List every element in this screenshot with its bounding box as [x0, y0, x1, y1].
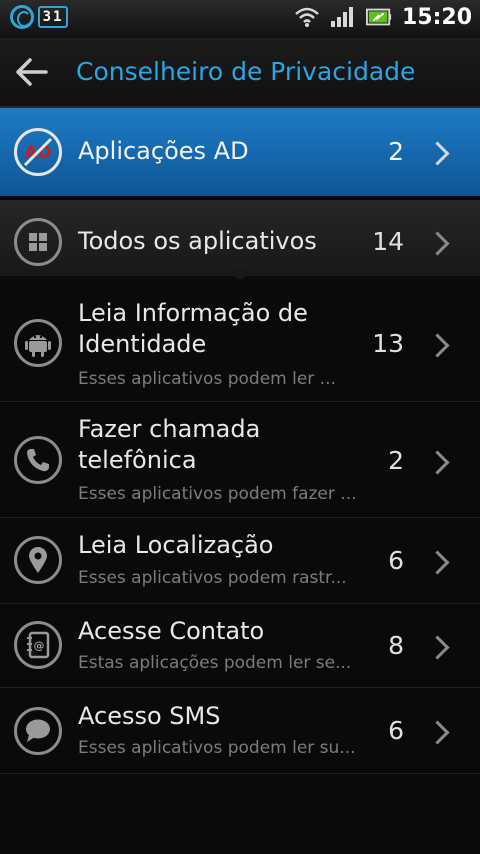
list-item[interactable]: Leia Informação de Identidade Esses apli… — [0, 284, 480, 402]
list-item-label-line1: Leia Informação de — [78, 299, 308, 327]
android-icon — [14, 319, 62, 367]
list-item[interactable]: @ Acesse Contato Estas aplicações podem … — [0, 604, 480, 688]
list-item-subtitle: Estas aplicações podem ler se... — [78, 653, 352, 673]
chevron-right-icon — [425, 550, 450, 575]
list-item[interactable]: Acesso SMS Esses aplicativos podem ler s… — [0, 688, 480, 774]
list-item-subtitle: Esses aplicativos podem fazer ... — [78, 484, 357, 504]
app-circle-icon — [10, 5, 34, 29]
status-bar: 31 15:20 — [0, 0, 480, 39]
back-arrow-icon — [16, 58, 48, 86]
list-item[interactable]: Fazer chamada telefônica Esses aplicativ… — [0, 402, 480, 518]
status-right: 15:20 — [294, 4, 472, 30]
list-item-count: 8 — [388, 631, 404, 660]
chevron-right-icon — [425, 720, 450, 745]
list-item-count: 6 — [388, 716, 404, 745]
list-item-count: 2 — [388, 446, 404, 475]
clock: 15:20 — [401, 4, 472, 30]
chevron-right-icon — [425, 450, 450, 475]
apps-grid-icon — [14, 218, 62, 266]
list-item-subtitle: Esses aplicativos podem ler su... — [78, 738, 356, 758]
svg-text:@: @ — [34, 639, 45, 652]
list-item-count: 13 — [372, 329, 404, 358]
back-button[interactable] — [14, 56, 50, 88]
sms-bubble-icon — [14, 707, 62, 755]
location-pin-icon — [14, 536, 62, 584]
action-bar: Conselheiro de Privacidade — [0, 38, 480, 108]
chevron-right-icon — [425, 141, 450, 166]
wifi-icon — [294, 4, 320, 30]
list-item-label: Aplicações AD — [78, 137, 249, 165]
status-left: 31 — [10, 5, 68, 29]
no-ad-icon: AD — [14, 128, 62, 176]
list-item-count: 6 — [388, 546, 404, 575]
list-item-ad-apps[interactable]: AD Aplicações AD 2 — [0, 108, 480, 196]
chevron-right-icon — [425, 231, 450, 256]
chevron-right-icon — [425, 333, 450, 358]
list-item-count: 2 — [388, 137, 404, 166]
list-item-label: Leia Localização — [78, 531, 274, 559]
calendar-icon: 31 — [38, 6, 68, 28]
list-item[interactable]: Leia Localização Esses aplicativos podem… — [0, 518, 480, 604]
phone-icon — [14, 436, 62, 484]
page-title: Conselheiro de Privacidade — [76, 57, 416, 86]
list-item-label-line2: telefônica — [78, 446, 197, 474]
section-pointer — [226, 270, 254, 280]
list-item-label: Todos os aplicativos — [78, 227, 317, 255]
calendar-day: 31 — [42, 9, 64, 25]
chevron-right-icon — [425, 635, 450, 660]
list-item-label-line1: Fazer chamada — [78, 415, 261, 443]
signal-icon — [330, 4, 356, 30]
battery-icon — [365, 4, 392, 30]
list-item-subtitle: Esses aplicativos podem ler ... — [78, 369, 336, 389]
contacts-book-icon: @ — [14, 621, 62, 669]
list-item-label: Acesso SMS — [78, 702, 221, 730]
list-item-label-line2: Identidade — [78, 330, 207, 358]
list-item-subtitle: Esses aplicativos podem rastr... — [78, 568, 347, 588]
list-item-label: Acesse Contato — [78, 617, 265, 645]
list-item-count: 14 — [372, 227, 404, 256]
list-item-all-apps[interactable]: Todos os aplicativos 14 — [0, 200, 480, 276]
